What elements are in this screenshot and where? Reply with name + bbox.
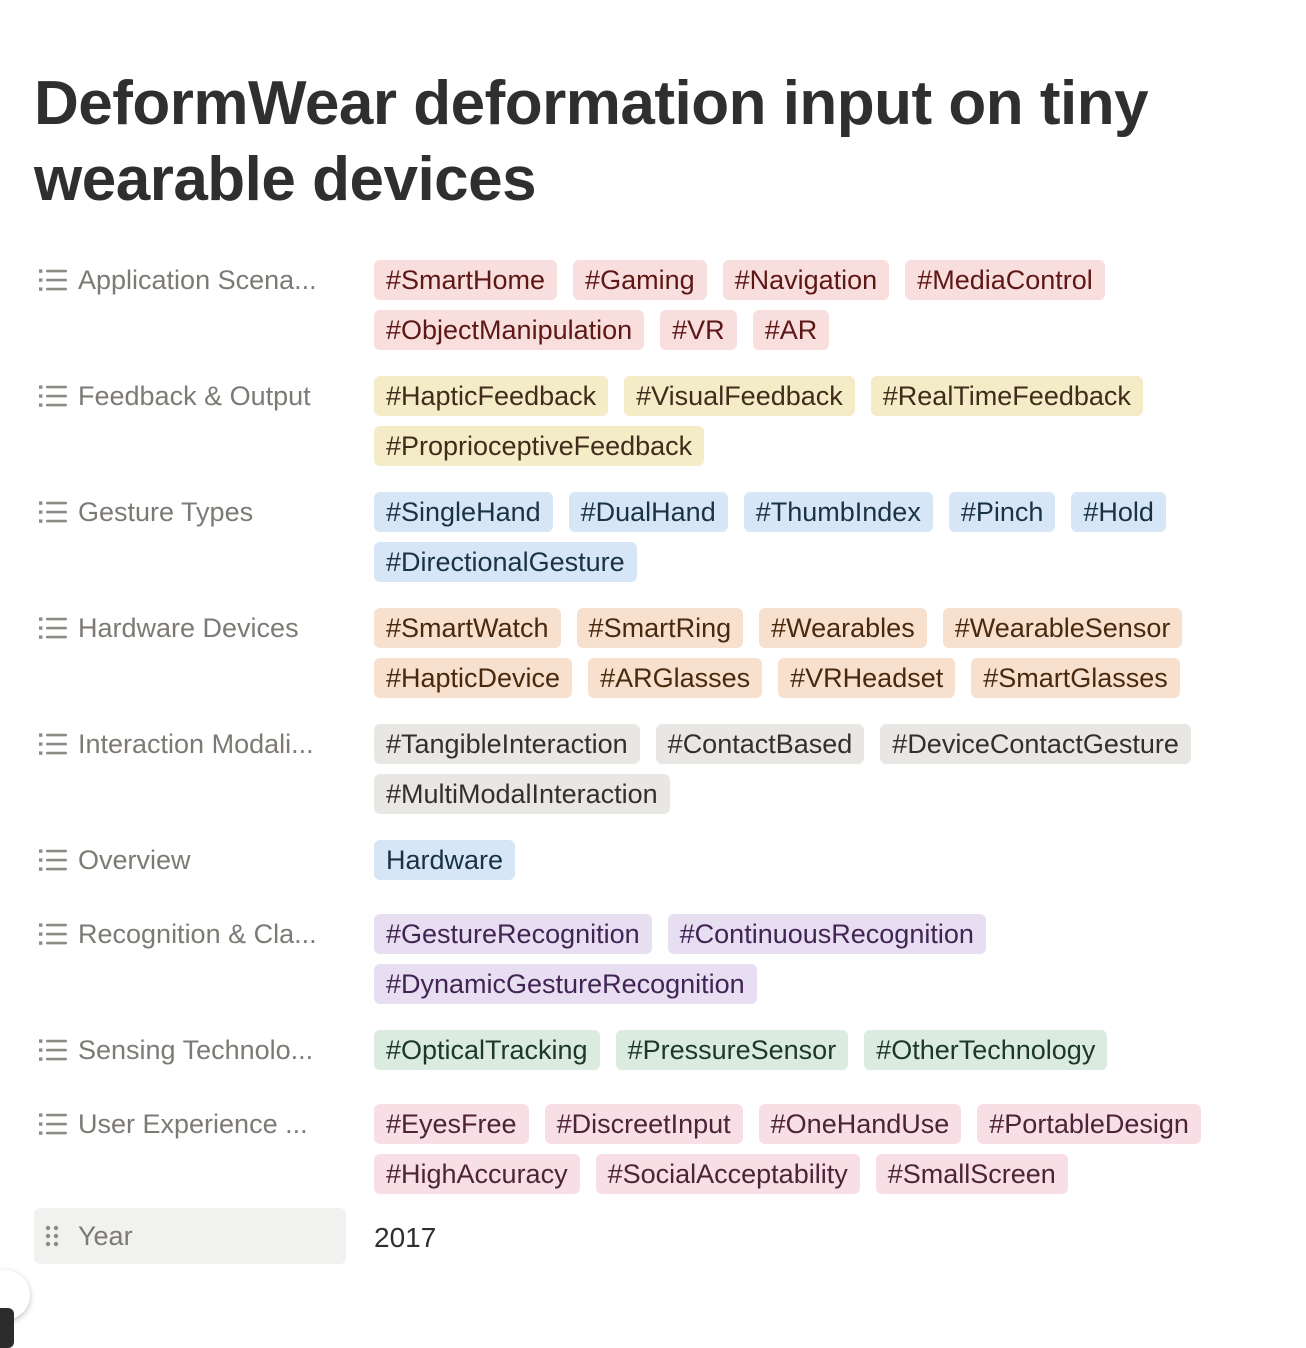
property-label: Overview — [78, 844, 191, 875]
drag-handle-icon[interactable] — [38, 1223, 68, 1249]
tag-chip[interactable]: #ARGlasses — [588, 658, 763, 698]
tag-chip[interactable]: #AR — [752, 310, 830, 350]
tag-chip[interactable]: #DeviceContactGesture — [880, 724, 1191, 764]
property-row[interactable]: Interaction Modali... #TangibleInteractio… — [34, 722, 1274, 814]
property-row[interactable]: Hardware Devices #SmartWatch #SmartRing #We… — [34, 606, 1274, 698]
tag-chip[interactable]: #HighAccuracy — [374, 1154, 580, 1194]
list-icon — [39, 1039, 67, 1061]
list-icon — [39, 269, 67, 291]
property-label: User Experience ... — [78, 1108, 308, 1139]
property-value[interactable]: #SingleHand #DualHand #ThumbIndex #Pinch #Ho… — [346, 490, 1274, 582]
tag-chip[interactable]: #OneHandUse — [758, 1104, 962, 1144]
property-value[interactable]: #OpticalTracking #PressureSensor #OtherTec… — [346, 1028, 1274, 1070]
tag-chip[interactable]: #MultiModalInteraction — [374, 774, 670, 814]
tag-chip[interactable]: #SmallScreen — [875, 1154, 1068, 1194]
property-label: Application Scena... — [78, 264, 317, 295]
list-icon — [39, 617, 67, 639]
tag-chip[interactable]: #ProprioceptiveFeedback — [374, 426, 705, 466]
tag-chip[interactable]: #VRHeadset — [778, 658, 956, 698]
tag-chip[interactable]: #DualHand — [568, 492, 728, 532]
property-value[interactable]: #TangibleInteraction #ContactBased #Device… — [346, 722, 1274, 814]
properties-list: Application Scena... #SmartHome #Gaming #Na… — [34, 258, 1274, 1264]
tag-chip[interactable]: #HapticDevice — [374, 658, 573, 698]
tag-chip[interactable]: #WearableSensor — [942, 608, 1183, 648]
property-value[interactable]: #SmartHome #Gaming #Navigation #MediaContro… — [346, 258, 1274, 350]
property-row[interactable]: Sensing Technolo... #OpticalTracking #Pres… — [34, 1028, 1274, 1072]
tag-chip[interactable]: #SmartHome — [374, 260, 558, 300]
list-icon — [39, 733, 67, 755]
tag-chip[interactable]: #SocialAcceptability — [595, 1154, 860, 1194]
tag-chip[interactable]: #VisualFeedback — [624, 376, 855, 416]
property-row[interactable]: Gesture Types #SingleHand #DualHand #ThumbI… — [34, 490, 1274, 582]
page: DeformWear deformation input on tiny wea… — [0, 0, 1306, 1348]
property-name[interactable]: Sensing Technolo... — [34, 1028, 346, 1072]
year-value[interactable]: 2017 — [346, 1218, 436, 1254]
tag-chip[interactable]: #Wearables — [759, 608, 927, 648]
tag-chip[interactable]: #Pinch — [948, 492, 1056, 532]
tag-chip[interactable]: #ObjectManipulation — [374, 310, 645, 350]
page-title[interactable]: DeformWear deformation input on tiny wea… — [34, 66, 1274, 218]
tag-chip[interactable]: #OpticalTracking — [374, 1030, 600, 1070]
property-value[interactable]: #SmartWatch #SmartRing #Wearables #Wearable… — [346, 606, 1274, 698]
tag-chip[interactable]: #TangibleInteraction — [374, 724, 640, 764]
property-row-year[interactable]: Year 2017 — [34, 1208, 1274, 1264]
tag-chip[interactable]: #ContinuousRecognition — [667, 914, 986, 954]
tag-chip[interactable]: #DynamicGestureRecognition — [374, 964, 757, 1004]
tag-chip[interactable]: #SingleHand — [374, 492, 553, 532]
tag-chip[interactable]: #ThumbIndex — [743, 492, 933, 532]
property-value[interactable]: Hardware — [346, 838, 1274, 880]
tag-chip[interactable]: #SmartWatch — [374, 608, 561, 648]
tag-chip[interactable]: #PressureSensor — [615, 1030, 849, 1070]
property-name[interactable]: Feedback & Output — [34, 374, 346, 418]
corner-marks-icon — [1232, 0, 1292, 4]
tag-chip[interactable]: #RealTimeFeedback — [870, 376, 1143, 416]
property-label: Feedback & Output — [78, 380, 311, 411]
tag-chip[interactable]: #DirectionalGesture — [374, 542, 637, 582]
list-icon — [39, 501, 67, 523]
tag-chip[interactable]: #SmartRing — [576, 608, 744, 648]
property-row[interactable]: Recognition & Cla... #GestureRecognition #… — [34, 912, 1274, 1004]
property-value[interactable]: #EyesFree #DiscreetInput #OneHandUse #Porta… — [346, 1102, 1274, 1194]
property-name[interactable]: Overview — [34, 838, 346, 882]
tag-chip[interactable]: Hardware — [374, 840, 516, 880]
property-row[interactable]: Feedback & Output #HapticFeedback #VisualF… — [34, 374, 1274, 466]
property-name[interactable]: Application Scena... — [34, 258, 346, 302]
property-row[interactable]: Application Scena... #SmartHome #Gaming #Na… — [34, 258, 1274, 350]
list-icon — [39, 849, 67, 871]
property-row[interactable]: Overview Hardware — [34, 838, 1274, 882]
tag-chip[interactable]: #Gaming — [573, 260, 707, 300]
property-name[interactable]: Gesture Types — [34, 490, 346, 534]
property-label: Recognition & Cla... — [78, 918, 317, 949]
property-label: Hardware Devices — [78, 612, 299, 643]
tag-chip[interactable]: #OtherTechnology — [864, 1030, 1108, 1070]
property-row[interactable]: User Experience ... #EyesFree #DiscreetInp… — [34, 1102, 1274, 1194]
side-tab[interactable] — [0, 1308, 14, 1348]
tag-chip[interactable]: #EyesFree — [374, 1104, 529, 1144]
tag-chip[interactable]: #ContactBased — [655, 724, 865, 764]
list-icon — [39, 923, 67, 945]
tag-chip[interactable]: #MediaControl — [905, 260, 1105, 300]
property-value[interactable]: #GestureRecognition #ContinuousRecognitio… — [346, 912, 1274, 1004]
tag-chip[interactable]: #SmartGlasses — [971, 658, 1180, 698]
property-name-year[interactable]: Year — [34, 1208, 346, 1264]
list-icon — [39, 385, 67, 407]
tag-chip[interactable]: #HapticFeedback — [374, 376, 609, 416]
tag-chip[interactable]: #DiscreetInput — [544, 1104, 743, 1144]
property-name[interactable]: User Experience ... — [34, 1102, 346, 1146]
property-label: Gesture Types — [78, 496, 254, 527]
tag-chip[interactable]: #PortableDesign — [977, 1104, 1201, 1144]
property-name[interactable]: Interaction Modali... — [34, 722, 346, 766]
list-icon — [39, 1113, 67, 1135]
tag-chip[interactable]: #Navigation — [722, 260, 890, 300]
tag-chip[interactable]: #Hold — [1071, 492, 1166, 532]
property-value[interactable]: #HapticFeedback #VisualFeedback #RealTimeF… — [346, 374, 1274, 466]
property-label: Year — [78, 1220, 133, 1251]
property-label: Sensing Technolo... — [78, 1034, 314, 1065]
property-name[interactable]: Hardware Devices — [34, 606, 346, 650]
property-label: Interaction Modali... — [78, 728, 314, 759]
tag-chip[interactable]: #VR — [660, 310, 737, 350]
tag-chip[interactable]: #GestureRecognition — [374, 914, 652, 954]
property-name[interactable]: Recognition & Cla... — [34, 912, 346, 956]
